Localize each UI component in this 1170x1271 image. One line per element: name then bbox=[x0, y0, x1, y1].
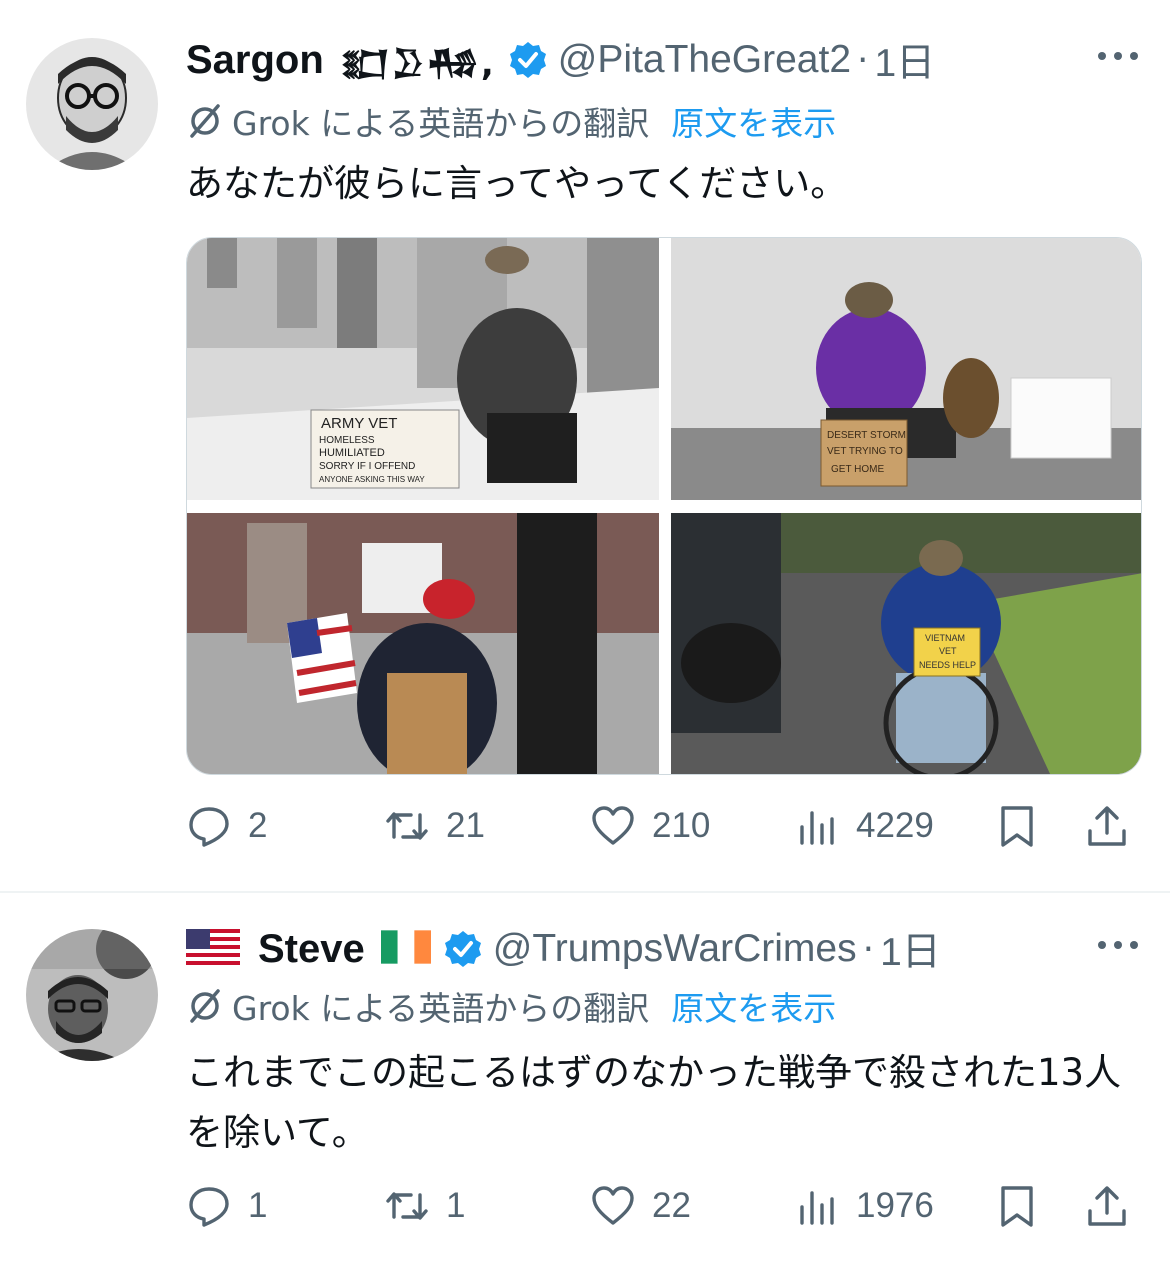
media-photo[interactable] bbox=[187, 513, 659, 774]
separator-dot: · bbox=[862, 928, 875, 970]
avatar-image bbox=[26, 929, 158, 1061]
view-count: 4229 bbox=[856, 806, 934, 845]
sign-line: HOMELESS bbox=[319, 435, 375, 446]
display-name[interactable]: Sargon bbox=[186, 38, 324, 83]
reply-icon bbox=[189, 1187, 229, 1227]
more-options-icon[interactable] bbox=[1096, 935, 1140, 955]
display-name[interactable]: Steve bbox=[258, 927, 365, 972]
action-bar: 2 21 210 4229 bbox=[186, 796, 1142, 856]
media-grid: ARMY VET HOMELESS HUMILIATED SORRY IF I … bbox=[186, 237, 1142, 775]
retweet-icon bbox=[386, 812, 428, 840]
sign-line: ARMY VET bbox=[321, 415, 397, 432]
sign-line: NEEDS HELP bbox=[919, 660, 976, 670]
bookmark-button[interactable] bbox=[994, 1176, 1040, 1236]
translation-label: Grok による英語からの翻訳 bbox=[232, 989, 650, 1028]
media-photo[interactable]: DESERT STORM VET TRYING TO GET HOME bbox=[671, 238, 1141, 500]
heart-icon bbox=[592, 1186, 634, 1225]
tweet[interactable]: Steve @TrumpsWarCrimes · 1日 Grok による英語から… bbox=[0, 893, 1170, 1271]
grok-translate-icon bbox=[190, 104, 220, 138]
display-name-suffix[interactable]: 𒊬𒊒𒄀, bbox=[340, 22, 496, 99]
retweet-button[interactable]: 21 bbox=[384, 796, 485, 856]
bookmark-icon bbox=[1001, 806, 1033, 847]
ireland-flag-icon bbox=[380, 930, 431, 964]
retweet-count: 1 bbox=[446, 1186, 466, 1225]
media-photo[interactable]: VIETNAM VET NEEDS HELP bbox=[671, 513, 1141, 774]
view-count: 1976 bbox=[856, 1186, 934, 1225]
sign-line: GET HOME bbox=[831, 464, 884, 475]
us-flag-emoji bbox=[186, 929, 240, 969]
sign-line: HUMILIATED bbox=[319, 447, 385, 459]
ireland-flag-emoji bbox=[380, 929, 431, 969]
avatar[interactable] bbox=[26, 929, 158, 1061]
views-chart-icon bbox=[800, 1191, 834, 1225]
translation-row: Grok による英語からの翻訳 原文を表示 bbox=[186, 981, 836, 1031]
share-icon bbox=[1088, 1186, 1126, 1226]
like-count: 210 bbox=[652, 806, 711, 845]
like-button[interactable]: 22 bbox=[590, 1176, 691, 1236]
bookmark-button[interactable] bbox=[994, 796, 1040, 856]
avatar-image bbox=[26, 38, 158, 170]
timestamp[interactable]: 1日 bbox=[874, 32, 935, 88]
reply-button[interactable]: 1 bbox=[186, 1176, 267, 1236]
tweet-header: Sargon 𒊬𒊒𒄀, @PitaTheGreat2 · 1日 bbox=[186, 32, 1140, 88]
reply-button[interactable]: 2 bbox=[186, 796, 267, 856]
translation-row: Grok による英語からの翻訳 原文を表示 bbox=[186, 96, 836, 146]
reply-count: 1 bbox=[248, 1186, 268, 1225]
like-button[interactable]: 210 bbox=[590, 796, 710, 856]
bookmark-icon bbox=[1001, 1186, 1033, 1227]
user-handle[interactable]: @TrumpsWarCrimes bbox=[493, 927, 857, 971]
heart-icon bbox=[592, 806, 634, 845]
sign-line: SORRY IF I OFFEND bbox=[319, 461, 415, 472]
views-button[interactable]: 4229 bbox=[794, 796, 934, 856]
timestamp[interactable]: 1日 bbox=[880, 921, 941, 977]
share-icon bbox=[1088, 806, 1126, 846]
views-button[interactable]: 1976 bbox=[794, 1176, 934, 1236]
share-button[interactable] bbox=[1084, 1176, 1130, 1236]
reply-count: 2 bbox=[248, 806, 268, 845]
translation-label: Grok による英語からの翻訳 bbox=[232, 104, 650, 143]
sign-line: DESERT STORM bbox=[827, 430, 906, 441]
retweet-button[interactable]: 1 bbox=[384, 1176, 465, 1236]
views-chart-icon bbox=[800, 811, 834, 845]
retweet-icon bbox=[386, 1192, 428, 1220]
flag-image bbox=[287, 613, 357, 703]
user-handle[interactable]: @PitaTheGreat2 bbox=[558, 38, 851, 82]
sign-line: ANYONE ASKING THIS WAY bbox=[319, 475, 425, 484]
retweet-count: 21 bbox=[446, 806, 485, 845]
like-count: 22 bbox=[652, 1186, 691, 1225]
media-photo[interactable]: ARMY VET HOMELESS HUMILIATED SORRY IF I … bbox=[187, 238, 659, 500]
tweet[interactable]: Sargon 𒊬𒊒𒄀, @PitaTheGreat2 · 1日 Grok による… bbox=[0, 0, 1170, 892]
tweet-text: これまでこの起こるはずのなかった戦争で殺された13人を除いて。 bbox=[186, 1051, 1122, 1154]
share-button[interactable] bbox=[1084, 796, 1130, 856]
grok-translate-icon bbox=[190, 989, 220, 1023]
verified-badge-icon bbox=[509, 42, 546, 78]
tweet-text: あなたが彼らに言ってやってください。 bbox=[186, 162, 848, 205]
show-original-link[interactable]: 原文を表示 bbox=[671, 97, 836, 145]
us-flag-icon bbox=[186, 929, 240, 965]
tweet-header: Steve @TrumpsWarCrimes · 1日 bbox=[186, 921, 1140, 977]
sign-line: VET TRYING TO bbox=[827, 446, 903, 457]
more-options-icon[interactable] bbox=[1096, 46, 1140, 66]
reply-icon bbox=[189, 807, 229, 847]
action-bar: 1 1 22 1976 bbox=[186, 1176, 1142, 1236]
sign-line: VIETNAM bbox=[925, 633, 965, 643]
verified-badge-icon bbox=[444, 931, 481, 967]
sign-line: VET bbox=[939, 646, 957, 656]
show-original-link[interactable]: 原文を表示 bbox=[671, 982, 836, 1030]
avatar[interactable] bbox=[26, 38, 158, 170]
separator-dot: · bbox=[857, 39, 869, 81]
